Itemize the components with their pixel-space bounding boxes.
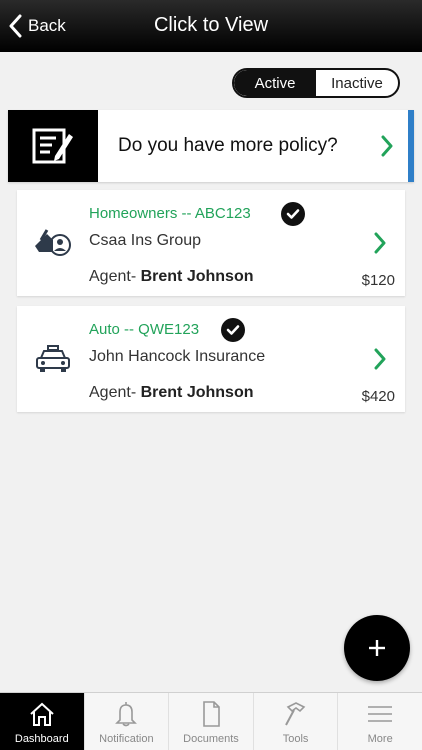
chevron-right-icon — [381, 135, 393, 157]
add-policy-banner[interactable]: Do you have more policy? — [8, 110, 414, 182]
promo-text: Do you have more policy? — [118, 135, 338, 156]
home-person-icon — [35, 229, 71, 256]
plus-icon — [369, 640, 385, 656]
hammer-icon — [284, 702, 305, 726]
promo-accent-bar — [408, 110, 414, 182]
tab-documents[interactable]: Documents — [168, 693, 253, 750]
agent-name: Brent Johnson — [140, 384, 254, 401]
policy-company: John Hancock Insurance — [89, 348, 266, 365]
tab-tools[interactable]: Tools — [252, 693, 338, 750]
policy-card[interactable]: Auto -- QWE123 John Hancock Insurance Ag… — [17, 306, 405, 412]
tab-bar: Dashboard Notification Documents Tools M… — [0, 692, 422, 750]
tab-label: Tools — [282, 733, 309, 745]
segment-inactive[interactable]: Inactive — [316, 70, 398, 96]
page-title: Click to View — [153, 14, 269, 36]
policy-title: Auto -- QWE123 — [89, 321, 200, 338]
home-icon — [30, 702, 54, 726]
tab-dashboard[interactable]: Dashboard — [0, 693, 84, 750]
document-edit-icon — [32, 128, 73, 164]
agent-prefix: Agent- — [89, 268, 137, 285]
policy-agent: Agent- Brent Johnson — [89, 268, 253, 286]
policy-card[interactable]: Homeowners -- ABC123 Csaa Ins Group Agen… — [17, 190, 405, 296]
tab-label: Notification — [99, 733, 154, 745]
chevron-right-icon — [374, 232, 386, 254]
car-icon — [36, 345, 70, 372]
tab-label: Dashboard — [14, 733, 69, 745]
policy-agent: Agent- Brent Johnson — [89, 384, 253, 402]
segment-active[interactable]: Active — [234, 70, 316, 96]
chevron-right-icon — [374, 348, 386, 370]
menu-icon — [368, 706, 393, 722]
nav-header: Back Click to View — [0, 0, 422, 52]
policy-price: $420 — [361, 388, 395, 405]
add-button[interactable] — [344, 615, 410, 681]
bell-icon — [115, 702, 138, 727]
tab-more[interactable]: More — [337, 693, 422, 750]
agent-prefix: Agent- — [89, 384, 137, 401]
policy-company: Csaa Ins Group — [89, 232, 202, 249]
verified-check-icon — [281, 202, 305, 226]
agent-name: Brent Johnson — [140, 268, 254, 285]
verified-check-icon — [221, 318, 245, 342]
tab-notification[interactable]: Notification — [83, 693, 169, 750]
status-segmented-control: Active Inactive — [232, 68, 400, 98]
tab-label: Documents — [183, 733, 239, 745]
policy-title: Homeowners -- ABC123 — [89, 205, 251, 222]
promo-icon-box — [8, 110, 98, 182]
tab-label: More — [367, 733, 393, 745]
document-icon — [203, 701, 220, 727]
policy-price: $120 — [361, 272, 395, 289]
